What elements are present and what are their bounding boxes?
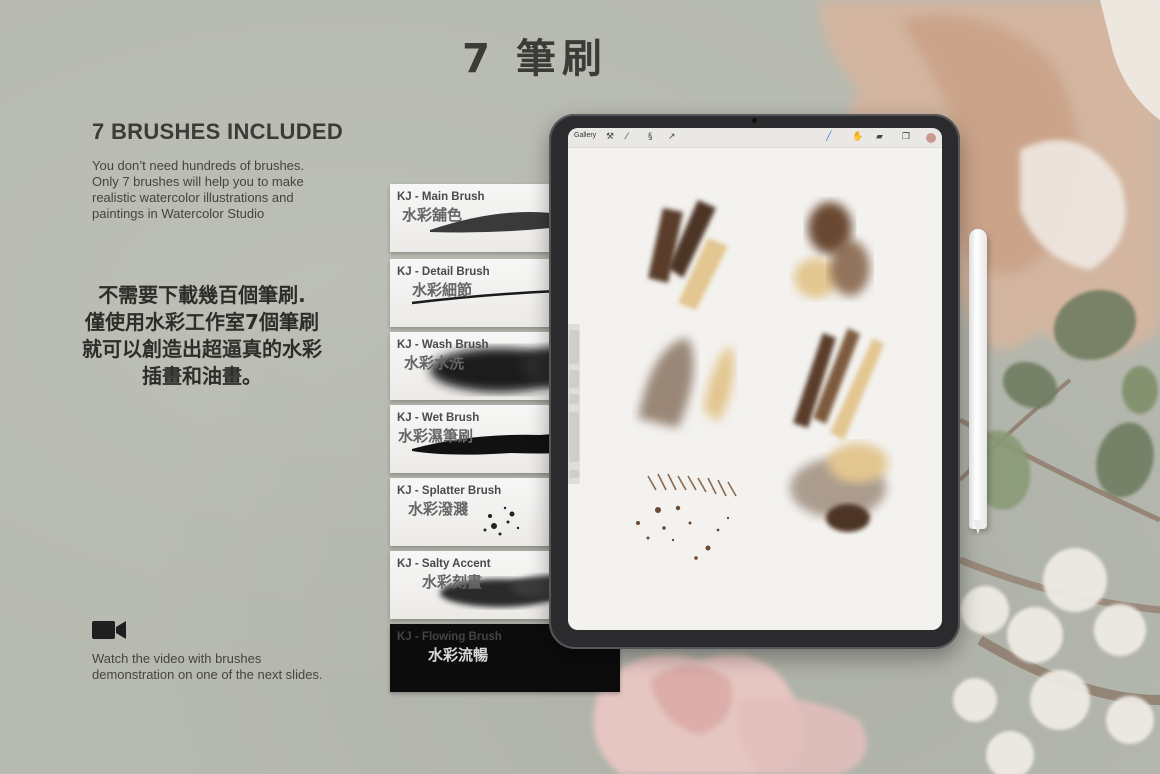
brush-zh-name: 水彩刻畫: [422, 573, 483, 591]
page-title: 7 筆刷: [462, 36, 608, 82]
brush-zh-name: 水彩細節: [412, 281, 473, 299]
stylus-pencil: [969, 229, 987, 529]
video-note: Watch the video with brushes demonstrati…: [92, 651, 323, 682]
intro-description: You don’t need hundreds of brushes. Only…: [92, 158, 305, 221]
brush-zh-name: 水彩流暢: [428, 646, 489, 664]
brush-name: KJ - Salty Accent: [397, 558, 491, 570]
procreate-canvas-screen: Gallery ⚒ ⁄ § ↗ ╱ ✋ ▰ ❐: [568, 128, 942, 630]
chinese-description: 不需要下載幾百個筆刷. 僅使用水彩工作室7個筆刷 就可以創造出超逼真的水彩 插畫…: [52, 282, 352, 390]
heading-brushes-included: 7 BRUSHES INCLUDED: [92, 119, 344, 144]
brush-name: KJ - Splatter Brush: [397, 485, 502, 497]
brush-zh-name: 水彩水洗: [404, 354, 465, 372]
zh-line-3: 就可以創造出超逼真的水彩: [82, 337, 322, 361]
brush-zh-name: 水彩舖色: [402, 206, 463, 224]
canvas-artwork: [636, 200, 888, 560]
zh-line-4: 插畫和油畫。: [142, 364, 262, 388]
brush-zh-name: 水彩濕筆刷: [398, 427, 474, 445]
zh-line-2: 僅使用水彩工作室7個筆刷: [85, 310, 319, 334]
ipad-camera: [752, 118, 757, 123]
brush-name: KJ - Wet Brush: [397, 412, 480, 424]
brush-name: KJ - Main Brush: [397, 191, 485, 203]
brush-name: KJ - Wash Brush: [397, 339, 489, 351]
brush-zh-name: 水彩潑濺: [408, 500, 469, 518]
video-camera-icon: [92, 621, 126, 639]
brush-name: KJ - Flowing Brush: [397, 631, 502, 643]
zh-line-1: 不需要下載幾百個筆刷.: [98, 283, 306, 307]
brush-name: KJ - Detail Brush: [397, 266, 490, 278]
